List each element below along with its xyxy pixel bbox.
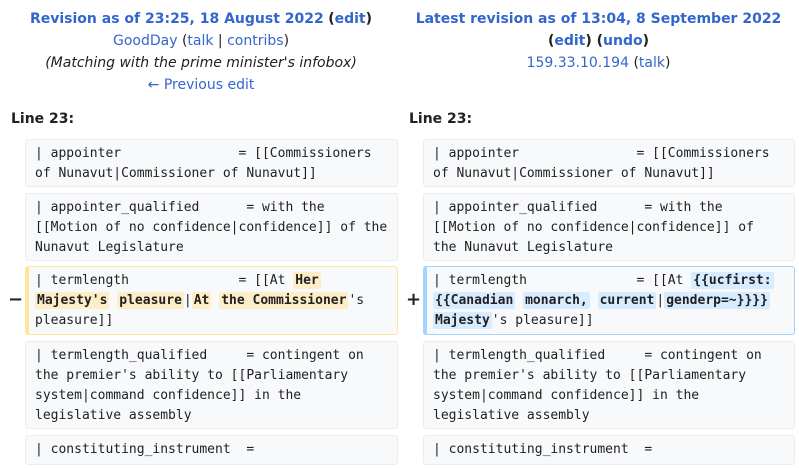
deleted-line-prefix: | termlength = [[At xyxy=(35,273,294,288)
deleted-word: At xyxy=(191,292,212,309)
deleted-word: the Commissioner xyxy=(219,292,349,309)
right-context-line: | appointer = [[Commissioners of Nunavut… xyxy=(423,139,795,187)
added-word: Majesty xyxy=(433,312,492,329)
left-revision-header: Revision as of 23:25, 18 August 2022 (ed… xyxy=(0,8,402,96)
paren: ) ( xyxy=(585,33,604,49)
right-context-line: | appointer_qualified = with the [[Motio… xyxy=(423,193,795,261)
right-revision-title-link[interactable]: Latest revision as of 13:04, 8 September… xyxy=(416,11,782,27)
right-revision-header: Latest revision as of 13:04, 8 September… xyxy=(398,8,799,74)
paren: ) xyxy=(365,11,373,27)
right-talk-link[interactable]: talk xyxy=(639,55,665,71)
deletion-marker: − xyxy=(8,289,24,310)
paren: ) xyxy=(642,33,650,49)
left-contribs-link[interactable]: contribs xyxy=(227,33,283,49)
added-word: {{ucfirst: xyxy=(691,272,774,289)
paren: ) xyxy=(283,33,290,49)
added-word: genderp=~}}}} xyxy=(664,292,770,309)
left-context-line: | appointer_qualified = with the [[Motio… xyxy=(25,193,398,261)
deleted-word: Majesty's xyxy=(35,292,110,309)
paren: ) xyxy=(664,55,671,71)
left-revision-title-link[interactable]: Revision as of 23:25, 18 August 2022 xyxy=(30,11,324,27)
right-context-line: | constituting_instrument = xyxy=(423,435,795,465)
deleted-line: | termlength = [[At Her Majesty's pleasu… xyxy=(25,266,398,335)
addition-marker: + xyxy=(406,289,422,310)
right-line-number: Line 23: xyxy=(409,111,473,127)
added-word: monarch, xyxy=(523,292,590,309)
previous-edit-link[interactable]: ← Previous edit xyxy=(148,77,255,93)
right-context-line: | termlength_qualified = contingent on t… xyxy=(423,341,795,429)
added-line: | termlength = [[At {{ucfirst: {{Canadia… xyxy=(423,266,795,335)
left-user-link[interactable]: GoodDay xyxy=(113,33,178,49)
added-line-prefix: | termlength = [[At xyxy=(433,273,692,288)
left-edit-summary: (Matching with the prime minister's info… xyxy=(45,55,357,71)
deleted-word: pleasure xyxy=(117,292,184,309)
added-word: current xyxy=(597,292,657,309)
added-word: {{Canadian xyxy=(433,292,516,309)
added-line-suffix: 's pleasure]] xyxy=(491,313,594,328)
left-context-line: | appointer = [[Commissioners of Nunavut… xyxy=(25,139,398,187)
left-edit-link[interactable]: edit xyxy=(335,11,366,27)
deleted-word: Her xyxy=(293,272,321,289)
right-edit-link[interactable]: edit xyxy=(554,33,585,49)
left-context-line: | constituting_instrument = xyxy=(25,435,398,465)
left-line-number: Line 23: xyxy=(11,111,75,127)
right-user-link[interactable]: 159.33.10.194 xyxy=(527,55,629,71)
undo-link[interactable]: undo xyxy=(603,33,643,49)
left-talk-link[interactable]: talk xyxy=(187,33,213,49)
left-context-line: | termlength_qualified = contingent on t… xyxy=(25,341,398,429)
